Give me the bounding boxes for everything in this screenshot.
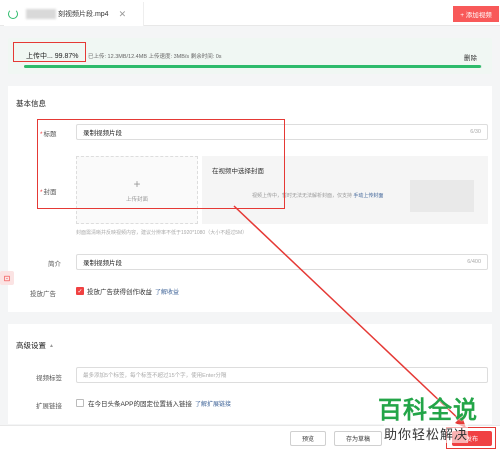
annotation-arrow [233,205,466,428]
watermark-logo: 百科全说 助你轻松解决 [378,396,478,443]
